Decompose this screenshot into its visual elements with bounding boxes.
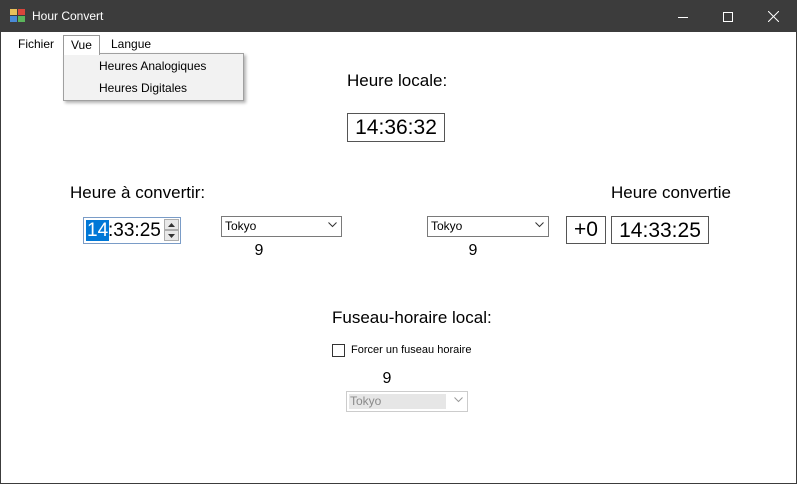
window-title: Hour Convert [32, 9, 104, 23]
converted-time-label: Heure convertie [611, 183, 732, 202]
source-timezone-select[interactable]: Tokyo [221, 216, 342, 237]
minimize-icon [678, 16, 688, 18]
local-time-label: Heure locale: [347, 71, 448, 90]
convert-input-label: Heure à convertir: [70, 183, 206, 202]
target-offset: 9 [468, 242, 478, 259]
chevron-up-icon [168, 222, 175, 227]
source-offset: 9 [254, 242, 264, 259]
vue-dropdown-menu: Heures Analogiques Heures Digitales [63, 53, 244, 101]
chevron-down-icon [535, 222, 544, 228]
local-timezone-value: Tokyo [349, 394, 446, 409]
spin-up-button[interactable] [164, 219, 179, 230]
target-timezone-value: Tokyo [431, 219, 463, 233]
spin-down-button[interactable] [164, 230, 179, 241]
offset-difference: +0 [566, 216, 606, 244]
local-timezone-select[interactable]: Tokyo [346, 391, 468, 412]
menu-fichier[interactable]: Fichier [11, 35, 61, 55]
menu-langue[interactable]: Langue [104, 35, 158, 55]
menu-item-digital-clocks[interactable]: Heures Digitales [99, 78, 187, 98]
app-icon [10, 9, 26, 23]
menu-vue[interactable]: Vue [63, 35, 100, 55]
force-timezone-checkbox[interactable] [332, 344, 345, 357]
local-timezone-label: Fuseau-horaire local: [332, 308, 492, 327]
time-spinner [164, 219, 179, 242]
menu-bar: Fichier Vue Langue [1, 32, 796, 55]
maximize-button[interactable] [705, 1, 751, 32]
chevron-down-icon [168, 233, 175, 238]
force-timezone-label[interactable]: Forcer un fuseau horaire [351, 344, 471, 356]
close-icon [767, 11, 779, 22]
time-input-rest[interactable]: :33:25 [108, 220, 161, 241]
time-input-stepper[interactable]: 14 :33:25 [83, 217, 181, 244]
minimize-button[interactable] [660, 1, 706, 32]
close-button[interactable] [750, 1, 796, 32]
local-time-display: 14:36:32 [347, 113, 445, 142]
app-window: Hour Convert Fichier Vue Langue Heures A… [0, 0, 797, 484]
time-input-hours-selected[interactable]: 14 [86, 220, 110, 241]
maximize-icon [723, 11, 733, 22]
chevron-down-icon [328, 222, 337, 228]
menu-item-analog-clocks[interactable]: Heures Analogiques [99, 56, 206, 76]
converted-time-display: 14:33:25 [611, 216, 709, 244]
dropdown-icon-gutter [64, 54, 90, 100]
title-bar[interactable]: Hour Convert [1, 1, 796, 32]
local-offset: 9 [382, 370, 392, 387]
source-timezone-value: Tokyo [225, 219, 257, 233]
target-timezone-select[interactable]: Tokyo [427, 216, 549, 237]
chevron-down-icon [454, 397, 463, 403]
